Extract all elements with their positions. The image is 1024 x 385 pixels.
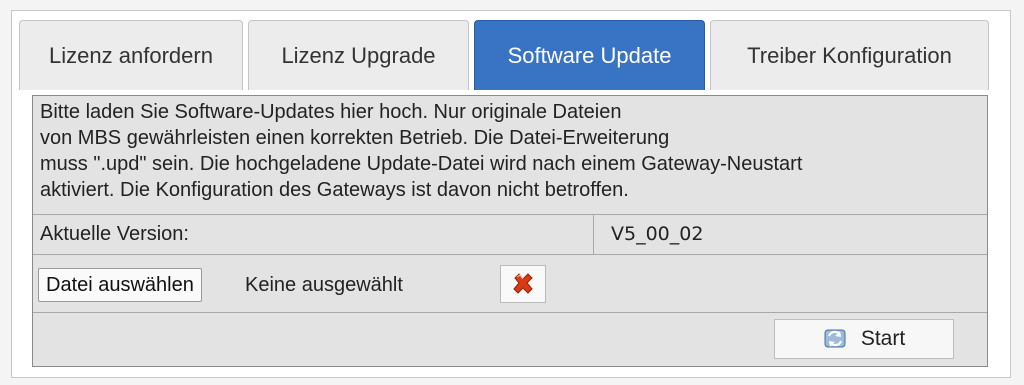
version-row: Aktuelle Version: V5_00_02 <box>33 215 987 255</box>
file-upload-row: Datei auswählen Keine ausgewählt <box>33 255 987 313</box>
action-row: Start <box>33 313 987 366</box>
start-button[interactable]: Start <box>774 319 954 359</box>
tab-software-update[interactable]: Software Update <box>474 20 705 90</box>
description-line: von MBS gewährleisten einen korrekten Be… <box>40 127 670 149</box>
tab-lizenz-upgrade[interactable]: Lizenz Upgrade <box>248 20 469 90</box>
tab-treiber-konfiguration[interactable]: Treiber Konfiguration <box>710 20 989 90</box>
file-status: Keine ausgewählt <box>245 274 403 296</box>
tab-lizenz-anfordern[interactable]: Lizenz anfordern <box>19 20 243 90</box>
clear-file-button[interactable] <box>500 265 546 303</box>
tab-label: Treiber Konfiguration <box>747 42 952 68</box>
description-line: aktiviert. Die Konfiguration des Gateway… <box>40 179 629 201</box>
red-x-icon <box>511 272 535 296</box>
tab-label: Lizenz Upgrade <box>281 42 436 68</box>
description-line: muss ".upd" sein. Die hochgeladene Updat… <box>40 153 803 175</box>
column-divider <box>593 215 594 254</box>
version-value: V5_00_02 <box>611 223 704 245</box>
tab-label: Software Update <box>507 42 672 68</box>
choose-file-button[interactable]: Datei auswählen <box>38 268 202 302</box>
description-line: Bitte laden Sie Software-Updates hier ho… <box>40 101 622 123</box>
description-row: Bitte laden Sie Software-Updates hier ho… <box>33 96 987 215</box>
refresh-arrows-icon <box>823 327 849 351</box>
start-label: Start <box>860 327 906 350</box>
version-label: Aktuelle Version: <box>40 223 189 245</box>
tab-label: Lizenz anfordern <box>49 42 213 68</box>
software-update-panel: Bitte laden Sie Software-Updates hier ho… <box>32 95 988 367</box>
